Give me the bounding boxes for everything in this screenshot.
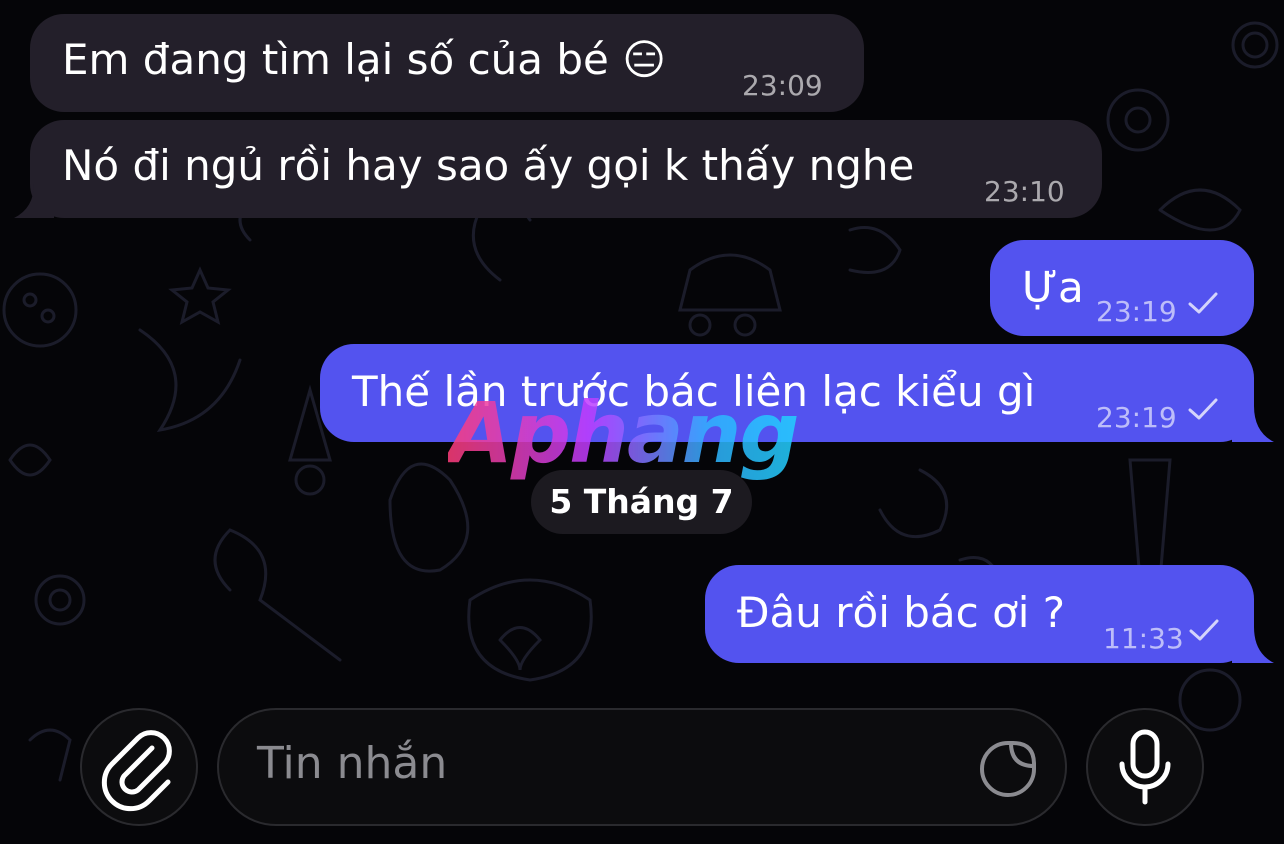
message-time: 23:10 xyxy=(984,175,1065,208)
paperclip-icon xyxy=(101,730,172,812)
bubble-tail xyxy=(1232,627,1274,663)
message-time: 23:09 xyxy=(742,69,823,102)
message-input[interactable]: Tin nhắn xyxy=(217,708,1067,826)
message-time: 23:19 xyxy=(1096,401,1177,434)
bubble-tail xyxy=(14,184,54,218)
sent-check-icon xyxy=(1188,292,1218,314)
message-bubble-incoming[interactable]: Nó đi ngủ rồi hay sao ấy gọi k thấy nghe… xyxy=(30,120,1102,218)
message-text: Đâu rồi bác ơi ? xyxy=(737,588,1066,637)
bubble-tail xyxy=(1232,406,1274,442)
microphone-button[interactable] xyxy=(1086,708,1204,826)
attach-button[interactable] xyxy=(80,708,198,826)
sent-check-icon xyxy=(1189,619,1219,641)
sent-check-icon xyxy=(1188,398,1218,420)
message-text: Ựa xyxy=(1022,263,1084,312)
date-separator: 5 Tháng 7 xyxy=(531,470,752,534)
message-text: Em đang tìm lại số của bé 😑 xyxy=(62,35,667,84)
microphone-icon xyxy=(1119,729,1171,805)
watermark-logo: Aphang xyxy=(448,384,800,482)
message-bubble-outgoing[interactable]: Đâu rồi bác ơi ? 11:33 xyxy=(705,565,1254,663)
message-time: 23:19 xyxy=(1096,295,1177,328)
message-bubble-incoming[interactable]: Em đang tìm lại số của bé 😑 23:09 xyxy=(30,14,864,112)
message-bubble-outgoing[interactable]: Ựa 23:19 xyxy=(990,240,1254,336)
message-input-placeholder: Tin nhắn xyxy=(257,738,448,789)
sticker-icon[interactable] xyxy=(979,740,1037,798)
message-text: Nó đi ngủ rồi hay sao ấy gọi k thấy nghe xyxy=(62,141,915,190)
message-time: 11:33 xyxy=(1103,622,1184,655)
